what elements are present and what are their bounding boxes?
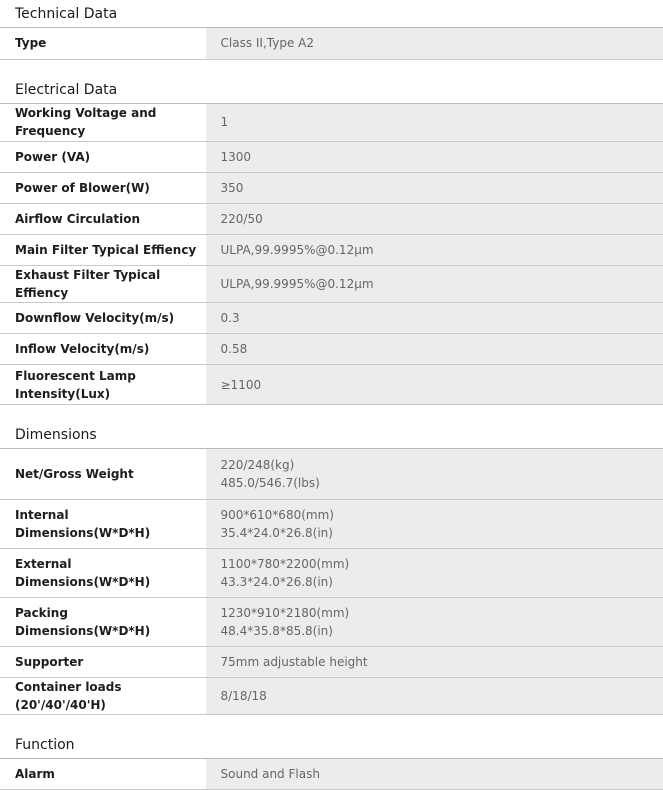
spec-label: Net/Gross Weight — [0, 449, 205, 499]
spec-label: Power (VA) — [0, 142, 205, 173]
spec-value-line: ULPA,99.9995%@0.12μm — [221, 275, 663, 293]
spec-label: Alarm — [0, 759, 205, 790]
table-row: Net/Gross Weight220/248(kg)485.0/546.7(l… — [0, 449, 663, 499]
spec-value: 8/18/18 — [205, 677, 663, 714]
table-row: Fluorescent Lamp Intensity(Lux) ≥1100 — [0, 365, 663, 405]
spec-label: Internal Dimensions(W*D*H) — [0, 499, 205, 548]
spec-value: ULPA,99.9995%@0.12μm — [205, 235, 663, 266]
section-title-dimensions: Dimensions — [0, 421, 663, 449]
spec-value: Class II,Type A2 — [205, 28, 663, 59]
spec-value-line: 1230*910*2180(mm) — [221, 604, 663, 622]
section-spacer — [0, 405, 663, 421]
spec-value-line: 35.4*24.0*26.8(in) — [221, 524, 663, 542]
table-row: Exhaust Filter Typical Effiency ULPA,99.9… — [0, 266, 663, 303]
spec-value-line: 8/18/18 — [221, 687, 663, 705]
spec-sheet: Technical DataType Class II,Type A2 Electr… — [0, 0, 663, 790]
table-row: External Dimensions(W*D*H)1100*780*2200(… — [0, 548, 663, 597]
spec-label: Supporter — [0, 646, 205, 677]
spec-value-line: 220/248(kg) — [221, 456, 663, 474]
spec-label: Working Voltage and Frequency — [0, 104, 205, 142]
table-row: Inflow Velocity(m/s) 0.58 — [0, 334, 663, 365]
table-row: Airflow Circulation 220/50 — [0, 204, 663, 235]
spec-table-electrical-data: Working Voltage and Frequency 1 Power (VA)… — [0, 104, 663, 406]
spec-value: 220/50 — [205, 204, 663, 235]
spec-value: 0.3 — [205, 303, 663, 334]
table-row: Power of Blower(W) 350 — [0, 173, 663, 204]
table-row: Main Filter Typical Effiency ULPA,99.9995… — [0, 235, 663, 266]
table-row: Power (VA) 1300 — [0, 142, 663, 173]
spec-value-line: 43.3*24.0*26.8(in) — [221, 573, 663, 591]
spec-value-line: 75mm adjustable height — [221, 653, 663, 671]
spec-label: External Dimensions(W*D*H) — [0, 548, 205, 597]
spec-value-line: Class II,Type A2 — [221, 34, 663, 52]
spec-label: Container loads (20'/40'/40'H) — [0, 677, 205, 714]
spec-value: 1 — [205, 104, 663, 142]
spec-value: 75mm adjustable height — [205, 646, 663, 677]
spec-label: Power of Blower(W) — [0, 173, 205, 204]
spec-label: Downflow Velocity(m/s) — [0, 303, 205, 334]
table-row: Type Class II,Type A2 — [0, 28, 663, 59]
spec-label: Type — [0, 28, 205, 59]
spec-value-line: ULPA,99.9995%@0.12μm — [221, 241, 663, 259]
spec-value-line: 220/50 — [221, 210, 663, 228]
spec-value: ULPA,99.9995%@0.12μm — [205, 266, 663, 303]
spec-value: 1230*910*2180(mm)48.4*35.8*85.8(in) — [205, 597, 663, 646]
spec-label: Main Filter Typical Effiency — [0, 235, 205, 266]
spec-value-line: 900*610*680(mm) — [221, 506, 663, 524]
spec-value-line: 485.0/546.7(lbs) — [221, 474, 663, 492]
spec-value: 1300 — [205, 142, 663, 173]
spec-value-line: 1 — [221, 113, 663, 131]
spec-value-line: 0.58 — [221, 340, 663, 358]
spec-value: ≥1100 — [205, 365, 663, 405]
section-title-technical-data: Technical Data — [0, 0, 663, 28]
spec-value-line: 1100*780*2200(mm) — [221, 555, 663, 573]
spec-label: Exhaust Filter Typical Effiency — [0, 266, 205, 303]
section-spacer — [0, 60, 663, 76]
table-row: Downflow Velocity(m/s) 0.3 — [0, 303, 663, 334]
table-row: Container loads (20'/40'/40'H) 8/18/18 — [0, 677, 663, 714]
section-title-function: Function — [0, 731, 663, 759]
spec-value: 220/248(kg)485.0/546.7(lbs) — [205, 449, 663, 499]
spec-label: Airflow Circulation — [0, 204, 205, 235]
table-row: Internal Dimensions(W*D*H)900*610*680(mm… — [0, 499, 663, 548]
table-row: Working Voltage and Frequency 1 — [0, 104, 663, 142]
section-title-electrical-data: Electrical Data — [0, 76, 663, 104]
spec-label: Fluorescent Lamp Intensity(Lux) — [0, 365, 205, 405]
spec-value-line: Sound and Flash — [221, 765, 663, 783]
spec-value: 900*610*680(mm)35.4*24.0*26.8(in) — [205, 499, 663, 548]
spec-value: 1100*780*2200(mm)43.3*24.0*26.8(in) — [205, 548, 663, 597]
spec-value-line: 350 — [221, 179, 663, 197]
spec-table-technical-data: Type Class II,Type A2 — [0, 28, 663, 60]
spec-value-line: 0.3 — [221, 309, 663, 327]
table-row: Packing Dimensions(W*D*H)1230*910*2180(m… — [0, 597, 663, 646]
spec-label: Packing Dimensions(W*D*H) — [0, 597, 205, 646]
table-row: Supporter 75mm adjustable height — [0, 646, 663, 677]
spec-value: 350 — [205, 173, 663, 204]
spec-value: 0.58 — [205, 334, 663, 365]
section-spacer — [0, 715, 663, 731]
table-row: Alarm Sound and Flash — [0, 759, 663, 790]
spec-value-line: 48.4*35.8*85.8(in) — [221, 622, 663, 640]
spec-table-dimensions: Net/Gross Weight220/248(kg)485.0/546.7(l… — [0, 449, 663, 715]
spec-table-function: Alarm Sound and Flash — [0, 759, 663, 790]
spec-value-line: ≥1100 — [221, 376, 663, 394]
spec-value-line: 1300 — [221, 148, 663, 166]
spec-label: Inflow Velocity(m/s) — [0, 334, 205, 365]
spec-value: Sound and Flash — [205, 759, 663, 790]
